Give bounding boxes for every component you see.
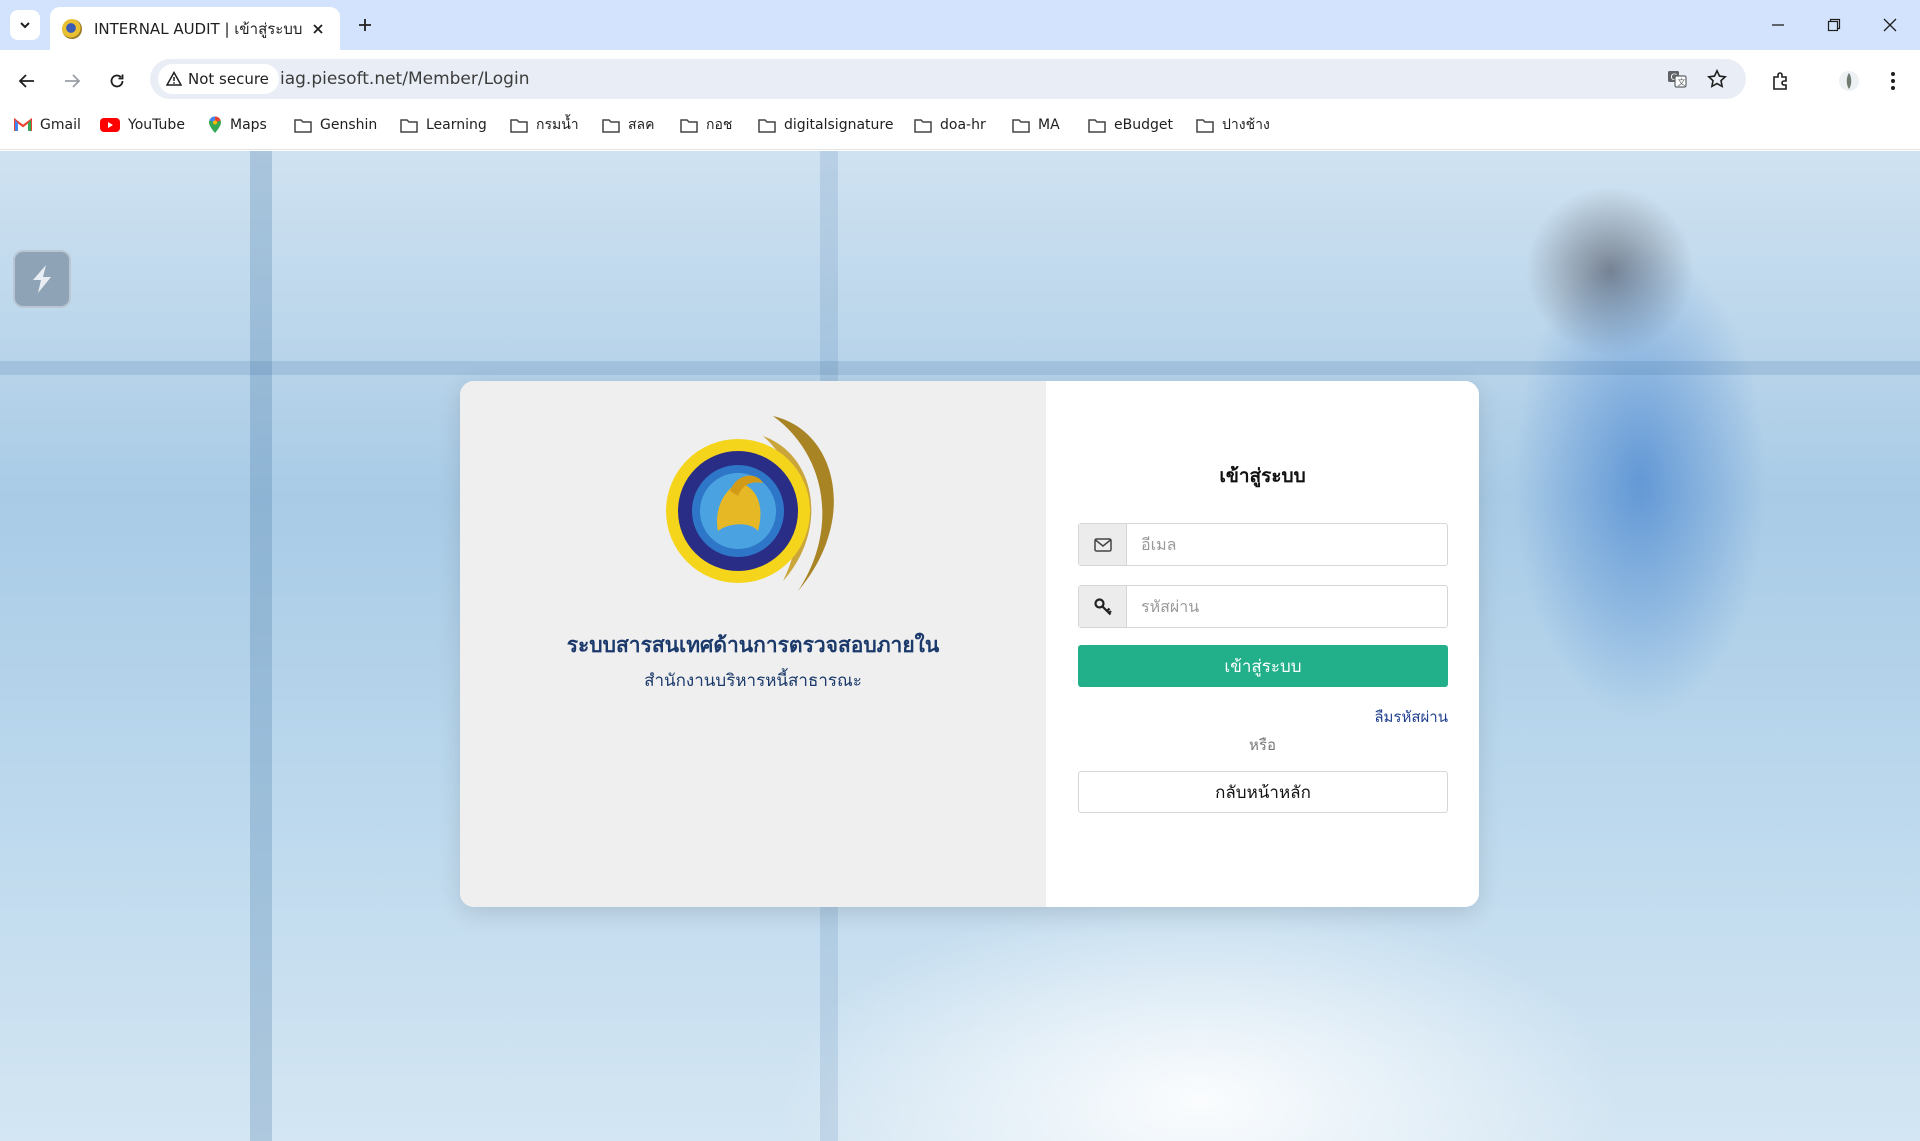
folder-icon <box>1088 118 1106 133</box>
site-favicon-icon <box>62 18 82 39</box>
or-separator: หรือ <box>1249 736 1276 754</box>
plus-icon <box>359 19 371 31</box>
bookmark-folder-water-dept[interactable]: กรมน้ำ <box>510 108 579 142</box>
tab-title: INTERNAL AUDIT | เข้าสู่ระบบ <box>94 19 303 38</box>
password-input[interactable] <box>1127 586 1447 627</box>
key-icon <box>1079 586 1127 627</box>
organization-name: สำนักงานบริหารหนี้สาธารณะ <box>644 671 862 691</box>
email-field <box>1078 523 1448 566</box>
minimize-button[interactable] <box>1750 0 1806 50</box>
forgot-password-link[interactable]: ลืมรหัสผ่าน <box>1374 705 1448 729</box>
youtube-icon <box>100 118 120 132</box>
reload-icon <box>110 74 124 88</box>
back-to-home-button[interactable]: กลับหน้าหลัก <box>1078 771 1448 813</box>
address-bar[interactable]: Not secure iag.piesoft.net/Member/Login … <box>150 59 1746 99</box>
login-page-background: ระบบสารสนเทศด้านการตรวจสอบภายใน สำนักงาน… <box>0 151 1920 1141</box>
bookmark-maps[interactable]: Maps <box>208 108 267 142</box>
folder-icon <box>602 118 620 133</box>
bookmark-folder-digitalsignature[interactable]: digitalsignature <box>758 108 893 142</box>
chevron-down-icon <box>20 22 30 29</box>
login-card: ระบบสารสนเทศด้านการตรวจสอบภายใน สำนักงาน… <box>460 381 1479 907</box>
back-button[interactable] <box>10 64 44 98</box>
profile-avatar[interactable] <box>1832 64 1866 98</box>
bookmarks-bar: Gmail YouTube Maps Genshin Learning กรมน… <box>0 108 1920 150</box>
gmail-icon <box>14 118 32 131</box>
bookmark-star-icon[interactable] <box>1702 64 1732 94</box>
login-heading: เข้าสู่ระบบ <box>1219 465 1306 487</box>
folder-icon <box>1196 118 1214 133</box>
active-tab[interactable]: INTERNAL AUDIT | เข้าสู่ระบบ <box>50 7 340 50</box>
folder-icon <box>1012 118 1030 133</box>
folder-icon <box>914 118 932 133</box>
tab-search-button[interactable] <box>10 10 40 40</box>
email-input[interactable] <box>1127 524 1447 565</box>
bookmark-folder-doa-hr[interactable]: doa-hr <box>914 108 986 142</box>
system-title: ระบบสารสนเทศด้านการตรวจสอบภายใน <box>566 633 940 657</box>
bookmark-folder-learning[interactable]: Learning <box>400 108 487 142</box>
floating-app-button[interactable] <box>13 250 71 308</box>
restore-button[interactable] <box>1806 0 1862 50</box>
login-submit-button[interactable]: เข้าสู่ระบบ <box>1078 645 1448 687</box>
background-window-frame <box>0 361 1920 375</box>
translate-icon[interactable]: G文 <box>1662 64 1692 94</box>
reload-button[interactable] <box>100 64 134 98</box>
url-text[interactable]: iag.piesoft.net/Member/Login <box>280 59 529 99</box>
bookmark-folder-elephant-camp[interactable]: ปางช้าง <box>1196 108 1270 142</box>
folder-icon <box>294 118 312 133</box>
close-window-button[interactable] <box>1862 0 1918 50</box>
password-field <box>1078 585 1448 628</box>
folder-icon <box>680 118 698 133</box>
restore-icon <box>1827 18 1841 32</box>
folder-icon <box>400 118 418 133</box>
security-indicator[interactable]: Not secure <box>158 64 279 94</box>
login-form: เข้าสู่ระบบ เข้าสู่ระบบ ลืมรหัสผ่าน หรือ… <box>1046 381 1479 907</box>
forward-button[interactable] <box>55 64 89 98</box>
more-menu-icon[interactable] <box>1876 64 1910 98</box>
agency-logo-icon <box>666 416 834 591</box>
bookmark-gmail[interactable]: Gmail <box>14 108 81 142</box>
minimize-icon <box>1772 24 1784 26</box>
arrow-left-icon <box>18 74 34 88</box>
close-icon <box>1883 18 1897 32</box>
security-label: Not secure <box>188 70 269 88</box>
bookmark-folder-ebudget[interactable]: eBudget <box>1088 108 1173 142</box>
envelope-icon <box>1079 524 1127 565</box>
new-tab-button[interactable] <box>350 10 380 40</box>
svg-text:文: 文 <box>1678 77 1686 87</box>
maps-icon <box>209 116 221 133</box>
warning-triangle-icon <box>166 71 182 86</box>
bookmark-folder-ma[interactable]: MA <box>1012 108 1060 142</box>
bookmark-folder-kor[interactable]: กอช <box>680 108 732 142</box>
login-card-branding: ระบบสารสนเทศด้านการตรวจสอบภายใน สำนักงาน… <box>460 381 1046 907</box>
bookmark-folder-slk[interactable]: สลค <box>602 108 655 142</box>
close-tab-icon[interactable] <box>308 19 328 39</box>
bookmark-folder-genshin[interactable]: Genshin <box>294 108 377 142</box>
folder-icon <box>510 118 528 133</box>
lightning-icon <box>33 265 51 293</box>
folder-icon <box>758 118 776 133</box>
extensions-icon[interactable] <box>1764 64 1798 98</box>
arrow-right-icon <box>65 74 81 88</box>
bookmark-youtube[interactable]: YouTube <box>100 108 185 142</box>
background-window-frame <box>250 151 272 1141</box>
tab-strip: INTERNAL AUDIT | เข้าสู่ระบบ <box>0 0 1920 50</box>
